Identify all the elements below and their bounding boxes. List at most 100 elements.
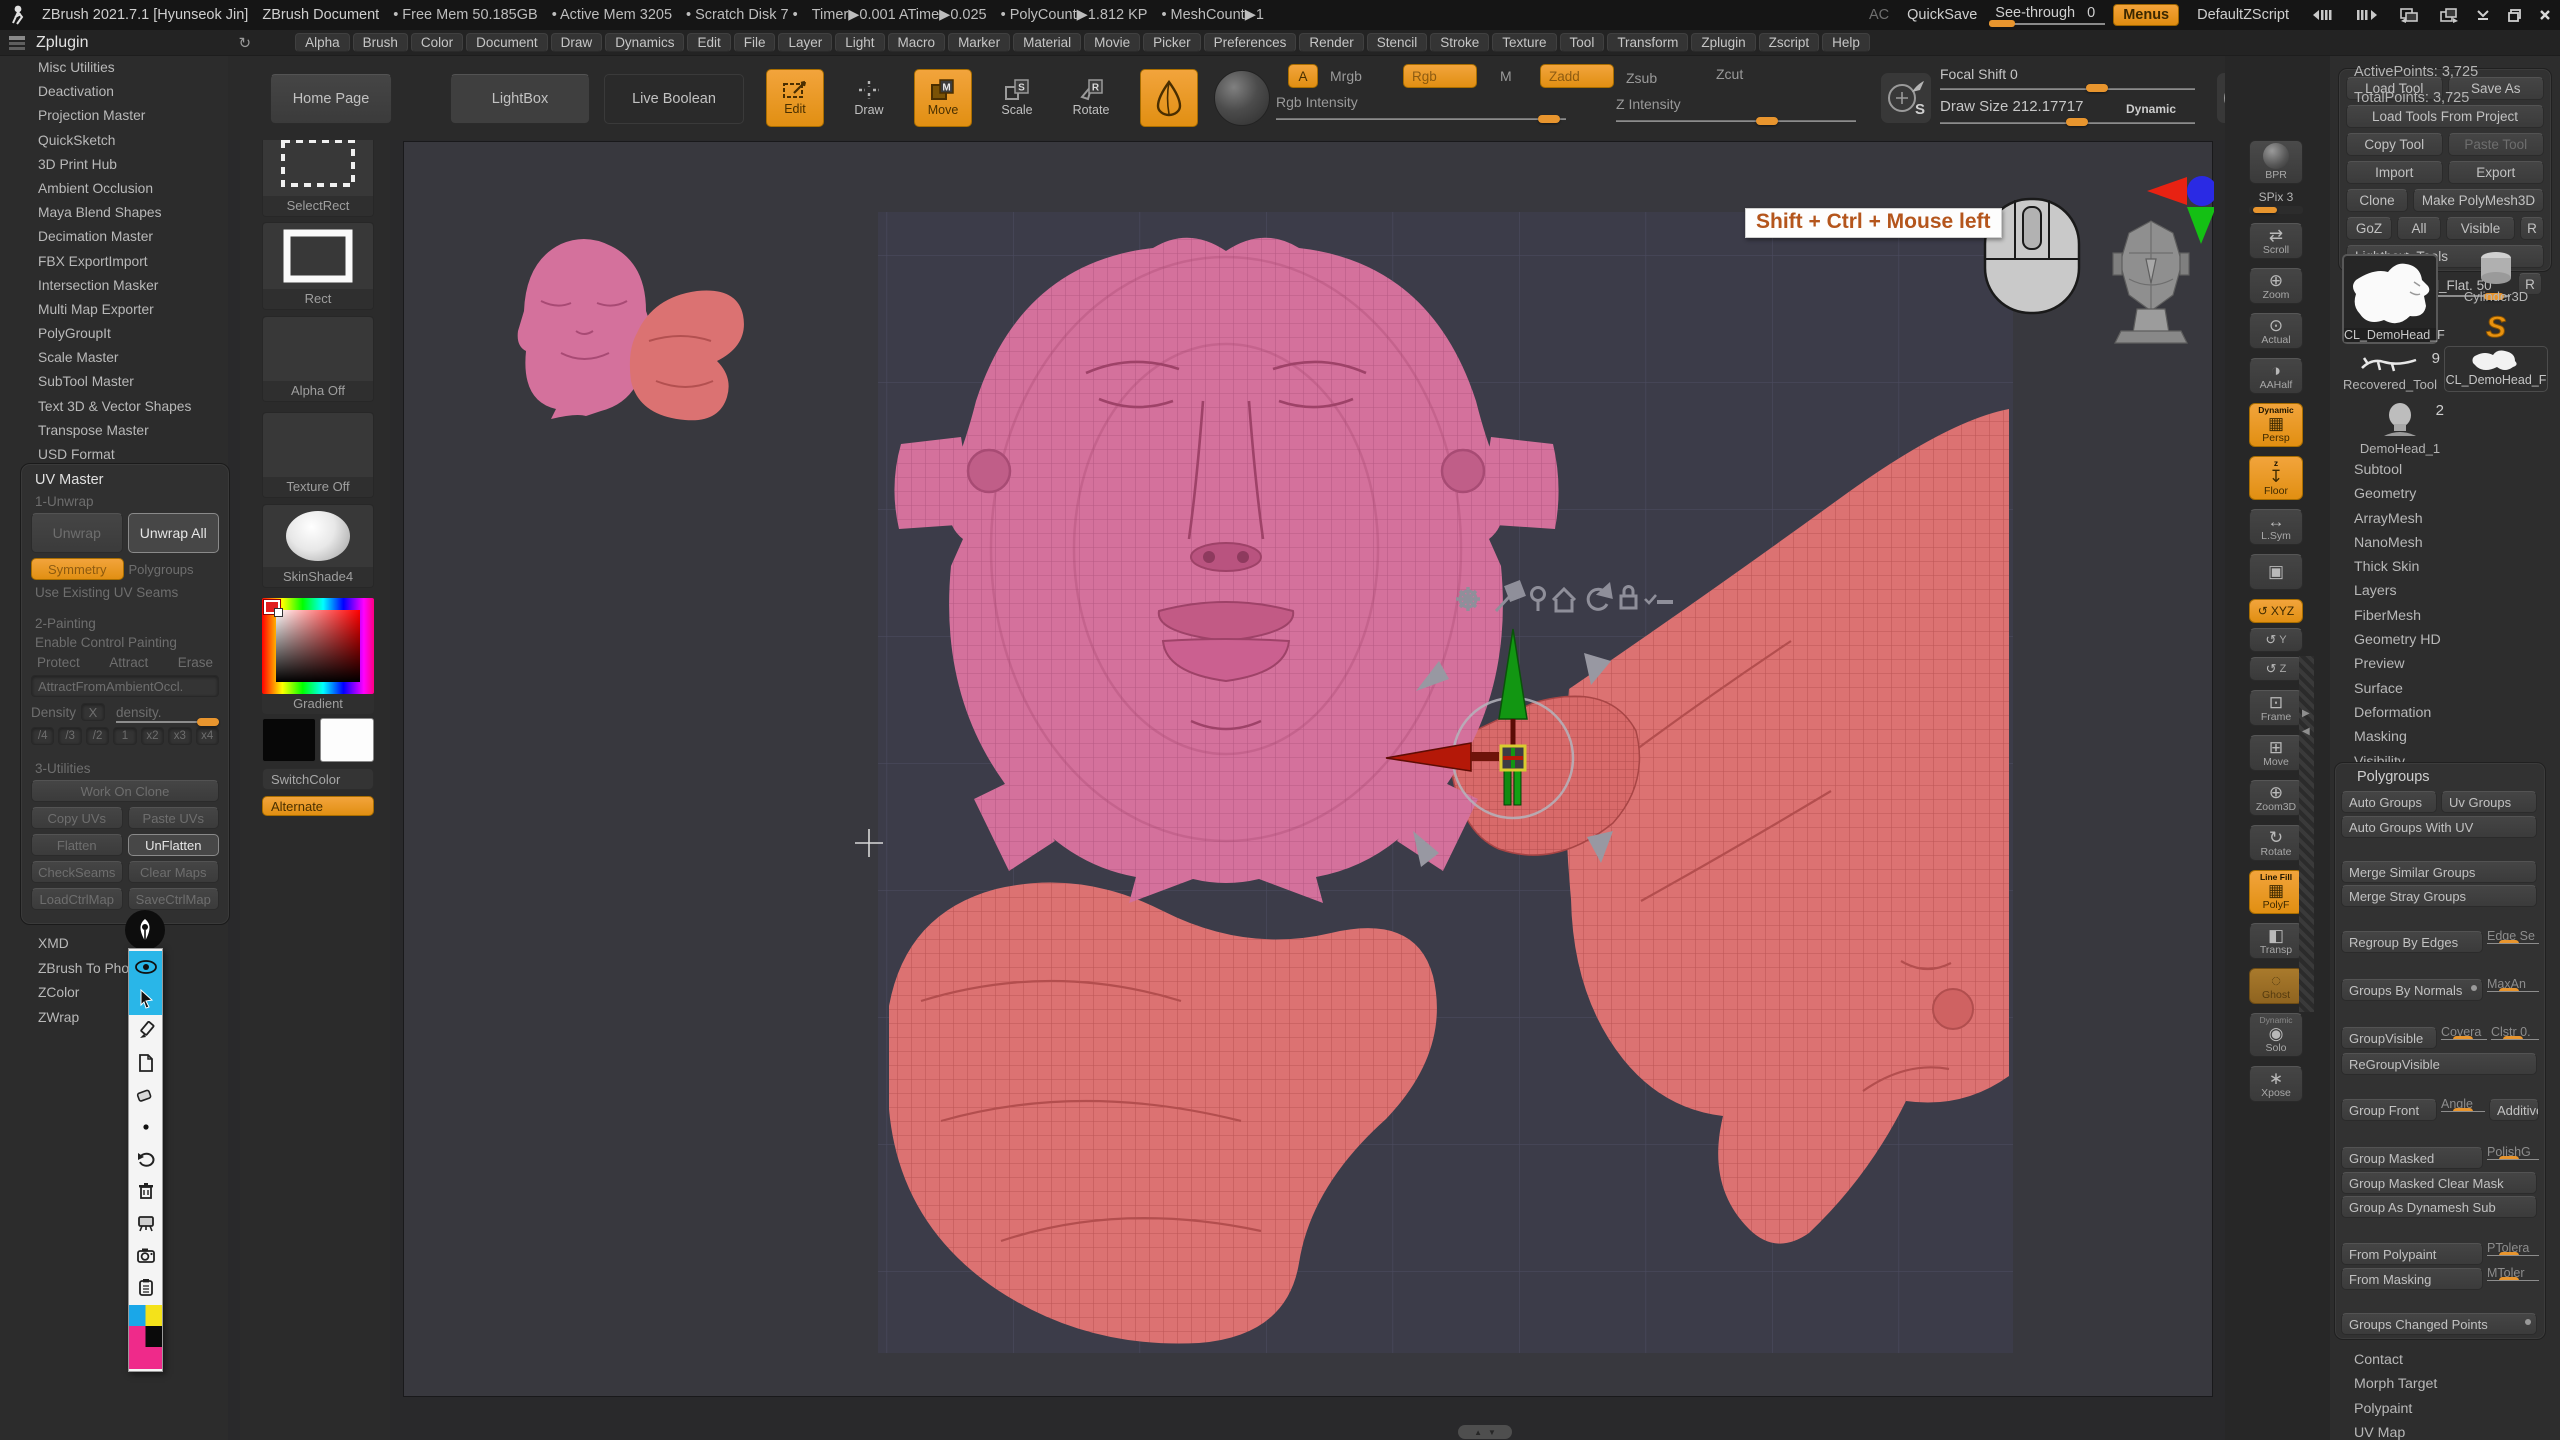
zplugin-item[interactable]: Maya Blend Shapes xyxy=(0,201,228,225)
tool-thumb-demohead1[interactable]: 2 DemoHead_1 xyxy=(2348,402,2452,456)
sv-cursor[interactable] xyxy=(274,608,283,617)
home-page-button[interactable]: Home Page xyxy=(270,74,392,124)
menu-item[interactable]: Document xyxy=(466,33,548,52)
prev-doc-icon[interactable] xyxy=(2307,8,2337,22)
right-shelf-button[interactable]: ▣ xyxy=(2249,554,2303,590)
tool-section-item[interactable]: Morph Target xyxy=(2330,1372,2560,1396)
mtolerance-knob[interactable] xyxy=(2499,1277,2519,1281)
right-shelf-button[interactable]: Dynamic ▦ Persp xyxy=(2249,403,2303,447)
checkseams-button[interactable]: CheckSeams xyxy=(31,861,123,883)
zplugin-item[interactable]: ZWrap xyxy=(0,1006,228,1031)
window-front-icon[interactable] xyxy=(2437,7,2459,23)
zadd-button[interactable]: Zadd xyxy=(1540,64,1614,88)
groups-by-normals-button[interactable]: Groups By Normals xyxy=(2341,979,2483,1001)
auto-groups-button[interactable]: Auto Groups xyxy=(2341,791,2437,813)
menu-item[interactable]: Stroke xyxy=(1430,33,1489,52)
density-knob[interactable] xyxy=(197,718,219,726)
bpr-button[interactable]: BPR xyxy=(2249,140,2303,184)
merge-similar-groups-button[interactable]: Merge Similar Groups xyxy=(2341,861,2537,883)
goz-visible-button[interactable]: Visible xyxy=(2446,217,2515,240)
uv-groups-button[interactable]: Uv Groups xyxy=(2441,791,2537,813)
page-tool[interactable] xyxy=(129,1047,162,1079)
draw-button[interactable]: Draw xyxy=(840,69,898,127)
menu-item[interactable]: Zscript xyxy=(1759,33,1820,52)
right-shelf-button[interactable]: ⊙ Actual xyxy=(2249,313,2303,349)
erase-button[interactable]: Erase xyxy=(178,655,213,670)
tool-section-item[interactable]: Geometry HD xyxy=(2330,628,2560,652)
draw-size-slider[interactable]: Draw Size 212.17717 xyxy=(1940,98,2083,115)
delete-tool[interactable] xyxy=(129,1175,162,1207)
flatten-button[interactable]: Flatten xyxy=(31,834,123,856)
right-shelf-button[interactable]: ⊕ Zoom3D xyxy=(2249,780,2303,816)
see-through-slider[interactable]: See-through 0 xyxy=(1995,5,2095,25)
coverage-slider[interactable]: Covera xyxy=(2441,1025,2487,1040)
copy-uvs-button[interactable]: Copy UVs xyxy=(31,807,123,829)
tool-section-item[interactable]: Subtool xyxy=(2330,458,2560,482)
zcut-button[interactable]: Zcut xyxy=(1716,66,1743,82)
tool-section-item[interactable]: Thick Skin xyxy=(2330,555,2560,579)
zplugin-item[interactable]: Projection Master xyxy=(0,104,228,128)
zplugin-item[interactable]: Misc Utilities xyxy=(0,56,228,80)
rgb-intensity-knob[interactable] xyxy=(1538,115,1560,123)
right-shelf-button[interactable]: z ↧ Floor xyxy=(2249,456,2303,500)
default-zscript-button[interactable]: DefaultZScript xyxy=(2197,7,2289,23)
cmyk-swatch[interactable] xyxy=(129,1305,162,1369)
additive-button[interactable]: Additive xyxy=(2489,1099,2539,1121)
density-x-button[interactable]: X xyxy=(81,703,105,721)
right-shelf-button[interactable]: ⊡ Frame xyxy=(2249,690,2303,726)
polygroups-toggle[interactable]: Polygroups xyxy=(129,558,220,580)
menu-item[interactable]: Preferences xyxy=(1204,33,1297,52)
anchor-a-button[interactable]: A xyxy=(1288,64,1318,88)
auto-groups-with-uv-button[interactable]: Auto Groups With UV xyxy=(2341,816,2537,838)
menu-item[interactable]: Help xyxy=(1822,33,1870,52)
unwrap-all-button[interactable]: Unwrap All xyxy=(128,513,220,553)
zplugin-item[interactable]: Multi Map Exporter xyxy=(0,298,228,322)
copy-tool-button[interactable]: Copy Tool xyxy=(2346,133,2443,156)
tool-section-item[interactable]: Preview xyxy=(2330,652,2560,676)
zplugin-item[interactable]: Scale Master xyxy=(0,346,228,370)
canvas-bottom-handle[interactable]: ▲▼ xyxy=(1458,1425,1512,1439)
menu-item[interactable]: Dynamics xyxy=(605,33,684,52)
density-mult-button[interactable]: x3 xyxy=(168,727,191,745)
z-intensity-track[interactable] xyxy=(1616,120,1856,122)
from-masking-button[interactable]: From Masking xyxy=(2341,1268,2483,1290)
menu-item[interactable]: Stencil xyxy=(1367,33,1428,52)
right-shelf-button[interactable]: ↺ XYZ xyxy=(2249,599,2303,623)
group-as-dynamesh-sub-button[interactable]: Group As Dynamesh Sub xyxy=(2341,1196,2537,1218)
right-shelf-button[interactable]: ⊕ Zoom xyxy=(2249,268,2303,304)
main-color-swatch[interactable] xyxy=(262,718,316,762)
work-on-clone-button[interactable]: Work On Clone xyxy=(31,780,219,802)
zplugin-item[interactable]: Text 3D & Vector Shapes xyxy=(0,395,228,419)
zplugin-item[interactable]: Transpose Master xyxy=(0,419,228,443)
focal-shift-knob[interactable] xyxy=(2086,84,2108,92)
dynamic-label[interactable]: Dynamic xyxy=(2126,102,2176,116)
tool-section-item[interactable]: Surface xyxy=(2330,677,2560,701)
tool-thumb-recovered[interactable]: 9 Recovered_Tool xyxy=(2338,352,2442,392)
right-shelf-button[interactable]: ∗ Xpose xyxy=(2249,1066,2303,1102)
import-button[interactable]: Import xyxy=(2346,161,2443,184)
density-mult-button[interactable]: /2 xyxy=(86,727,109,745)
use-existing-uv-seams[interactable]: Use Existing UV Seams xyxy=(35,585,219,600)
edge-smoothness-slider[interactable]: Edge Se xyxy=(2487,929,2539,944)
stroke-dial[interactable]: S xyxy=(1880,72,1932,124)
focal-shift-slider[interactable]: Focal Shift 0 xyxy=(1940,66,2018,82)
attract-from-ambient-occlusion[interactable]: AttractFromAmbientOccl. xyxy=(31,675,219,697)
tool-section-item[interactable]: Layers xyxy=(2330,579,2560,603)
see-through-knob[interactable] xyxy=(1989,20,2015,27)
mrgb-button[interactable]: Mrgb xyxy=(1330,68,1362,84)
viewport-render[interactable] xyxy=(404,142,2214,1398)
menu-item[interactable]: Material xyxy=(1013,33,1081,52)
tool-section-item[interactable]: Geometry xyxy=(2330,482,2560,506)
density-slider[interactable]: density. xyxy=(110,705,219,720)
right-shelf-button[interactable]: Dynamic ◉ Solo xyxy=(2249,1013,2303,1057)
load-ctrl-map-button[interactable]: LoadCtrlMap xyxy=(31,888,123,910)
menu-item[interactable]: Movie xyxy=(1084,33,1140,52)
cluster-slider[interactable]: Clstr 0. xyxy=(2491,1025,2539,1040)
rgb-button[interactable]: Rgb xyxy=(1403,64,1477,88)
unflatten-button[interactable]: UnFlatten xyxy=(128,834,220,856)
menu-item[interactable]: Color xyxy=(411,33,463,52)
goz-button[interactable]: GoZ xyxy=(2346,217,2392,240)
stroke-rect-tile[interactable]: Rect xyxy=(262,222,374,310)
zplugin-item[interactable]: SubTool Master xyxy=(0,370,228,394)
zplugin-item[interactable]: PolyGroupIt xyxy=(0,322,228,346)
